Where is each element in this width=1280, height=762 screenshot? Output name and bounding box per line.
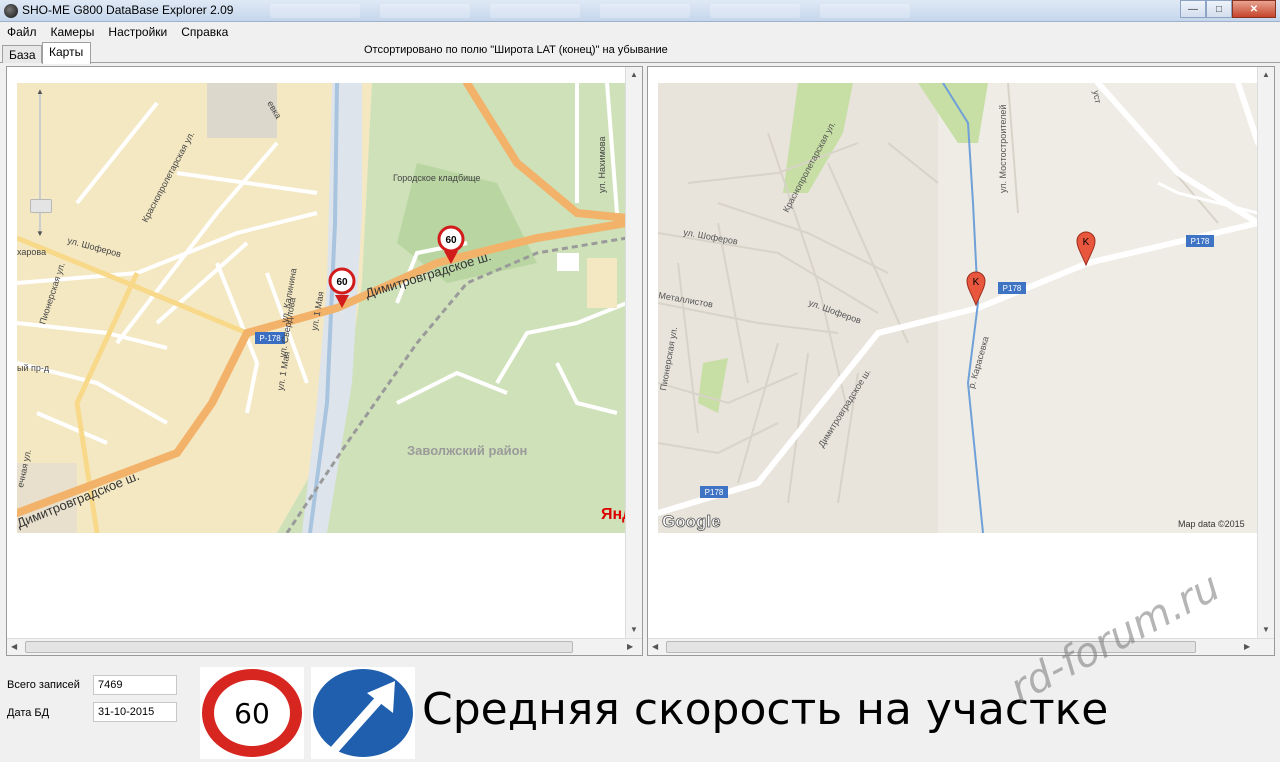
- scroll-thumb[interactable]: [25, 641, 573, 653]
- tab-row: База Карты Отсортировано по полю "Широта…: [0, 41, 1280, 64]
- vertical-scrollbar[interactable]: ▲ ▼: [1257, 67, 1274, 639]
- scroll-down-icon[interactable]: ▼: [1262, 625, 1270, 634]
- speed-limit-sign: 60: [200, 667, 304, 759]
- zoom-slider[interactable]: ▲ ▼: [29, 87, 52, 239]
- close-icon: ✕: [1249, 3, 1259, 15]
- route-shield: Р178: [1186, 235, 1214, 247]
- speed-marker-value: 60: [445, 235, 457, 246]
- direction-sign: [311, 667, 415, 759]
- map-area-east: [938, 83, 1258, 533]
- maximize-button[interactable]: □: [1206, 0, 1232, 18]
- route-shield: Р178: [998, 282, 1026, 294]
- map-label-cemetery: Городское кладбище: [393, 173, 480, 183]
- background-tab-ghost: [380, 4, 470, 18]
- svg-text:Р178: Р178: [705, 488, 724, 497]
- close-button[interactable]: ✕: [1232, 0, 1276, 18]
- menu-bar: Файл Камеры Настройки Справка: [0, 22, 1280, 41]
- menu-cameras[interactable]: Камеры: [44, 22, 102, 41]
- scroll-right-icon[interactable]: ▶: [1244, 642, 1250, 651]
- tab-maps[interactable]: Карты: [42, 42, 91, 64]
- google-logo: Google: [662, 512, 721, 531]
- sign-caption: Средняя скорость на участке: [422, 684, 1109, 735]
- app-icon: [4, 4, 18, 18]
- scroll-up-icon[interactable]: ▲: [1262, 70, 1270, 79]
- industrial-block: [207, 83, 277, 138]
- title-bar: SHO-ME G800 DataBase Explorer 2.09 — □ ✕: [0, 0, 1280, 22]
- map-label-lyi: ый пр-д: [17, 363, 50, 373]
- horizontal-scrollbar[interactable]: ◀ ▶: [648, 638, 1274, 655]
- horizontal-scrollbar[interactable]: ◀ ▶: [7, 638, 642, 655]
- scroll-right-icon[interactable]: ▶: [627, 642, 633, 651]
- camera-marker-label: K: [973, 277, 980, 288]
- map-label-mostostr: ул. Мостостроителей: [998, 105, 1008, 193]
- total-records-field[interactable]: 7469: [93, 675, 177, 695]
- background-tab-ghost: [270, 4, 360, 18]
- tab-base[interactable]: База: [2, 45, 42, 63]
- minimize-icon: —: [1188, 3, 1198, 15]
- menu-settings[interactable]: Настройки: [101, 22, 174, 41]
- menu-file[interactable]: Файл: [0, 22, 44, 41]
- map-label-kharova: харова: [17, 247, 46, 257]
- google-map[interactable]: Р178 Р178 Р178 ул. Шоферов Краснопролета…: [658, 83, 1258, 533]
- camera-marker-label: K: [1083, 237, 1090, 248]
- yandex-logo: Янд: [601, 506, 627, 523]
- db-date-field[interactable]: 31-10-2015: [93, 702, 177, 722]
- zoom-thumb[interactable]: [30, 199, 52, 213]
- window-title: SHO-ME G800 DataBase Explorer 2.09: [22, 3, 234, 17]
- sort-status-label: Отсортировано по полю "Широта LAT (конец…: [364, 44, 668, 56]
- scroll-left-icon[interactable]: ◀: [11, 642, 17, 651]
- background-tab-ghost: [710, 4, 800, 18]
- building: [587, 258, 617, 308]
- google-map-panel: Р178 Р178 Р178 ул. Шоферов Краснопролета…: [647, 66, 1275, 656]
- yandex-map[interactable]: Р-178 Городское кладбище Заволжский райо…: [17, 83, 627, 533]
- zoom-out-icon[interactable]: ▼: [36, 229, 44, 238]
- total-records-label: Всего записей: [7, 679, 80, 691]
- background-tab-ghost: [820, 4, 910, 18]
- route-label: Р-178: [259, 334, 281, 343]
- vertical-scrollbar[interactable]: ▲ ▼: [625, 67, 642, 639]
- map-label-nakhimova: ул. Нахимова: [597, 137, 607, 193]
- svg-text:Р178: Р178: [1191, 237, 1210, 246]
- building: [557, 253, 579, 271]
- route-shield: Р178: [700, 486, 728, 498]
- db-date-label: Дата БД: [7, 707, 50, 719]
- background-tab-ghost: [490, 4, 580, 18]
- arrow-up-right-icon: [313, 669, 413, 757]
- speed-limit-value: 60: [234, 697, 270, 730]
- scroll-left-icon[interactable]: ◀: [652, 642, 658, 651]
- scroll-up-icon[interactable]: ▲: [630, 70, 638, 79]
- yandex-map-panel: Р-178 Городское кладбище Заволжский райо…: [6, 66, 643, 656]
- speed-marker-value: 60: [336, 277, 348, 288]
- map-label-district: Заволжский район: [407, 443, 527, 458]
- minimize-button[interactable]: —: [1180, 0, 1206, 18]
- map-attribution: Map data ©2015: [1178, 519, 1245, 529]
- menu-help[interactable]: Справка: [174, 22, 235, 41]
- svg-text:Р178: Р178: [1003, 284, 1022, 293]
- zoom-in-icon[interactable]: ▲: [36, 87, 44, 96]
- background-tab-ghost: [600, 4, 690, 18]
- scroll-down-icon[interactable]: ▼: [630, 625, 638, 634]
- maximize-icon: □: [1215, 3, 1223, 15]
